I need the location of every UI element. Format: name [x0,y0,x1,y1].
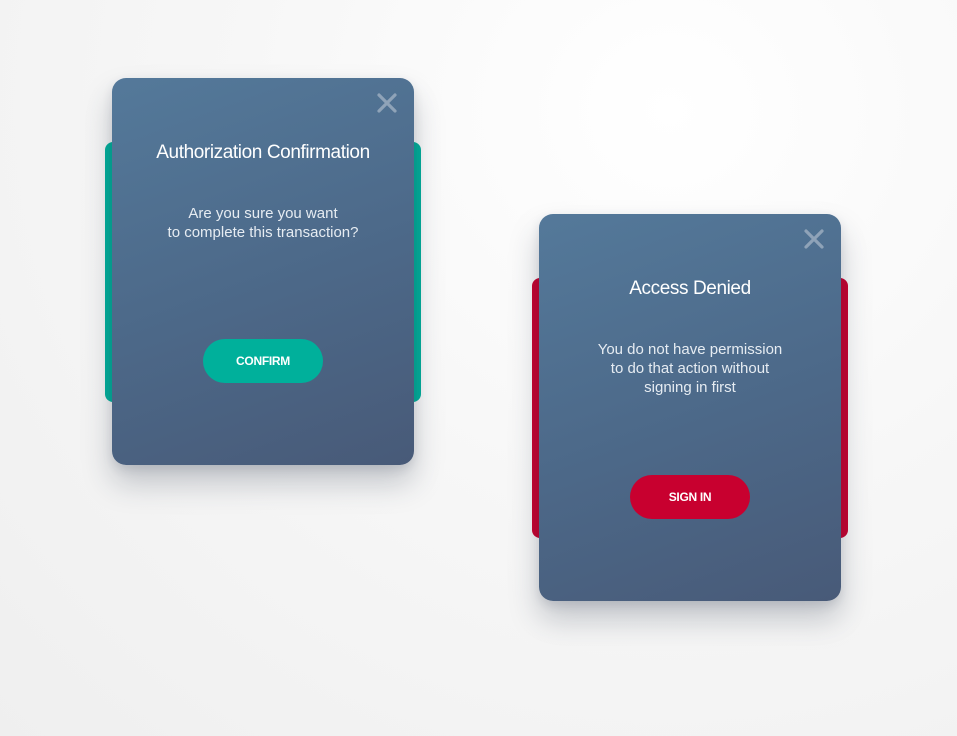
close-icon [804,229,824,249]
access-denied-modal: Access Denied You do not have permission… [532,214,848,601]
modal-message-line: to do that action without [610,360,770,377]
modal-message: You do not have permission to do that ac… [559,340,821,397]
close-icon [377,93,397,113]
modal-message-line: signing in first [644,379,736,396]
modal-message-line: to complete this transaction? [167,224,359,241]
close-button[interactable] [374,90,400,116]
modal-message-line: Are you sure you want [188,205,338,222]
sign-in-button[interactable]: SIGN IN [630,475,750,519]
modal-card: Access Denied You do not have permission… [539,214,841,601]
modal-message: Are you sure you want to complete this t… [132,204,394,242]
authorization-confirmation-modal: Authorization Confirmation Are you sure … [105,78,421,465]
modal-card: Authorization Confirmation Are you sure … [112,78,414,465]
modal-title: Access Denied [629,278,751,299]
modal-title: Authorization Confirmation [156,142,370,163]
modal-message-line: You do not have permission [597,341,783,358]
close-button[interactable] [801,226,827,252]
confirm-button[interactable]: CONFIRM [203,339,323,383]
